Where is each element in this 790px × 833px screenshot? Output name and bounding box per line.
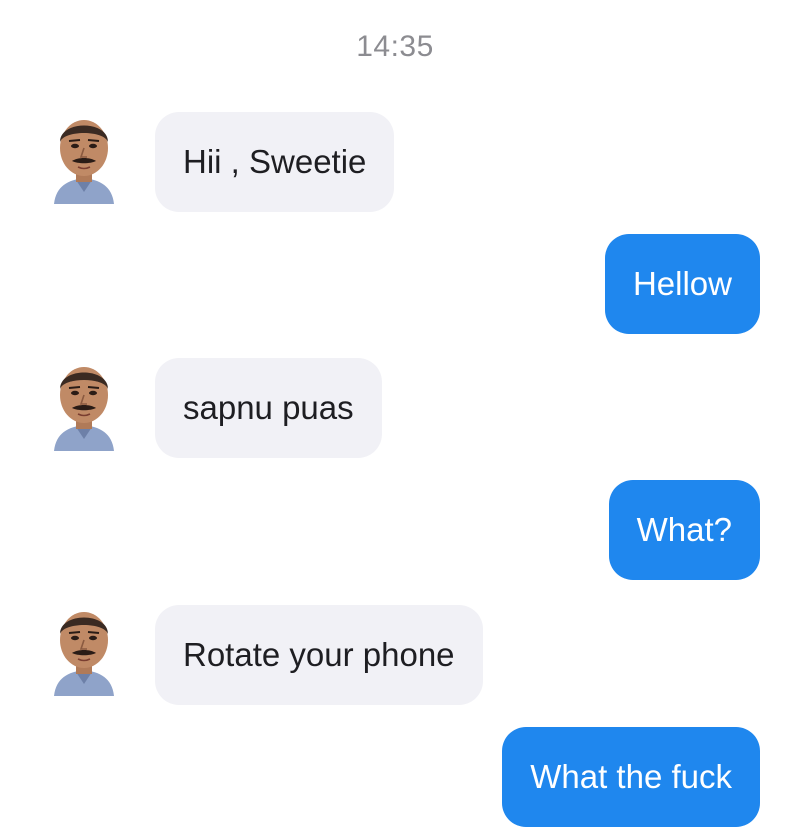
outgoing-message-bubble[interactable]: Hellow <box>604 234 760 334</box>
message-text: What? <box>636 511 732 548</box>
outgoing-message-bubble[interactable]: What? <box>608 480 760 580</box>
chat-screen: 14:35 Hii , Sweetie Hellow sapnu puas Wh… <box>0 0 790 833</box>
message-timestamp: 14:35 <box>356 30 434 63</box>
incoming-message-bubble[interactable]: Rotate your phone <box>155 605 483 705</box>
contact-avatar-icon[interactable] <box>48 600 120 696</box>
contact-avatar-icon[interactable] <box>48 355 120 451</box>
incoming-message-bubble[interactable]: Hii , Sweetie <box>155 112 395 212</box>
message-text: Hellow <box>632 265 732 302</box>
incoming-message-bubble[interactable]: sapnu puas <box>155 358 382 458</box>
message-text: Rotate your phone <box>183 636 455 673</box>
contact-avatar-icon[interactable] <box>48 108 120 204</box>
outgoing-message-bubble[interactable]: What the fuck <box>502 727 760 827</box>
message-text: Hii , Sweetie <box>183 143 367 180</box>
message-text: sapnu puas <box>183 389 354 426</box>
message-text: What the fuck <box>530 758 732 795</box>
